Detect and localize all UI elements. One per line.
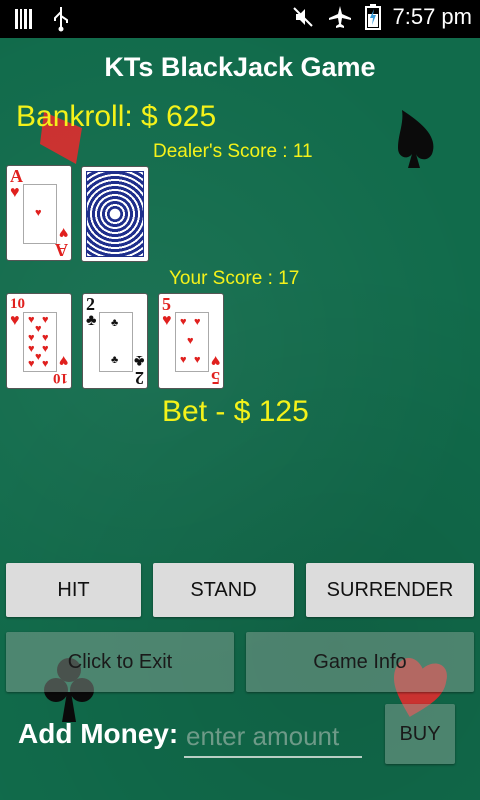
spade-decoration-icon: [398, 110, 434, 168]
stand-button[interactable]: STAND: [153, 563, 294, 617]
player-card-five-hearts: 5 ♥ ♥ ♥ ♥ ♥ ♥ ♥ 5: [158, 293, 224, 389]
hit-button[interactable]: HIT: [6, 563, 141, 617]
dealer-score: Dealer's Score : 11: [153, 141, 313, 162]
add-money-label: Add Money:: [18, 718, 179, 749]
usb-icon: [54, 7, 68, 32]
dealer-card-ace-hearts: A ♥ ♥ ♥ A: [6, 165, 72, 261]
airplane-icon: [328, 6, 351, 28]
player-score: Your Score : 17: [169, 268, 300, 289]
clock: 7:57 pm: [392, 4, 473, 29]
exit-button[interactable]: Click to Exit: [6, 632, 234, 692]
bet-amount: Bet - $ 125: [162, 395, 309, 428]
card-back-pattern: [86, 171, 144, 257]
barcode-icon: [15, 9, 32, 29]
amount-input[interactable]: [184, 716, 362, 758]
bankroll-label: Bankroll: $ 625: [16, 100, 217, 133]
surrender-button[interactable]: SURRENDER: [306, 563, 474, 617]
player-card-two-clubs: 2 ♣ ♣ ♣ ♣ 2: [82, 293, 148, 389]
player-card-ten-hearts: 10 ♥ ♥ ♥ ♥ ♥ ♥ ♥ ♥ ♥ ♥ ♥ ♥ 10: [6, 293, 72, 389]
dealer-card-facedown: [81, 166, 149, 262]
game-info-button[interactable]: Game Info: [246, 632, 474, 692]
buy-button[interactable]: BUY: [385, 704, 455, 764]
status-bar: 7:57 pm: [0, 0, 480, 38]
battery-icon: [364, 4, 381, 30]
mute-icon: [292, 7, 313, 27]
game-title: KTs BlackJack Game: [104, 52, 376, 82]
